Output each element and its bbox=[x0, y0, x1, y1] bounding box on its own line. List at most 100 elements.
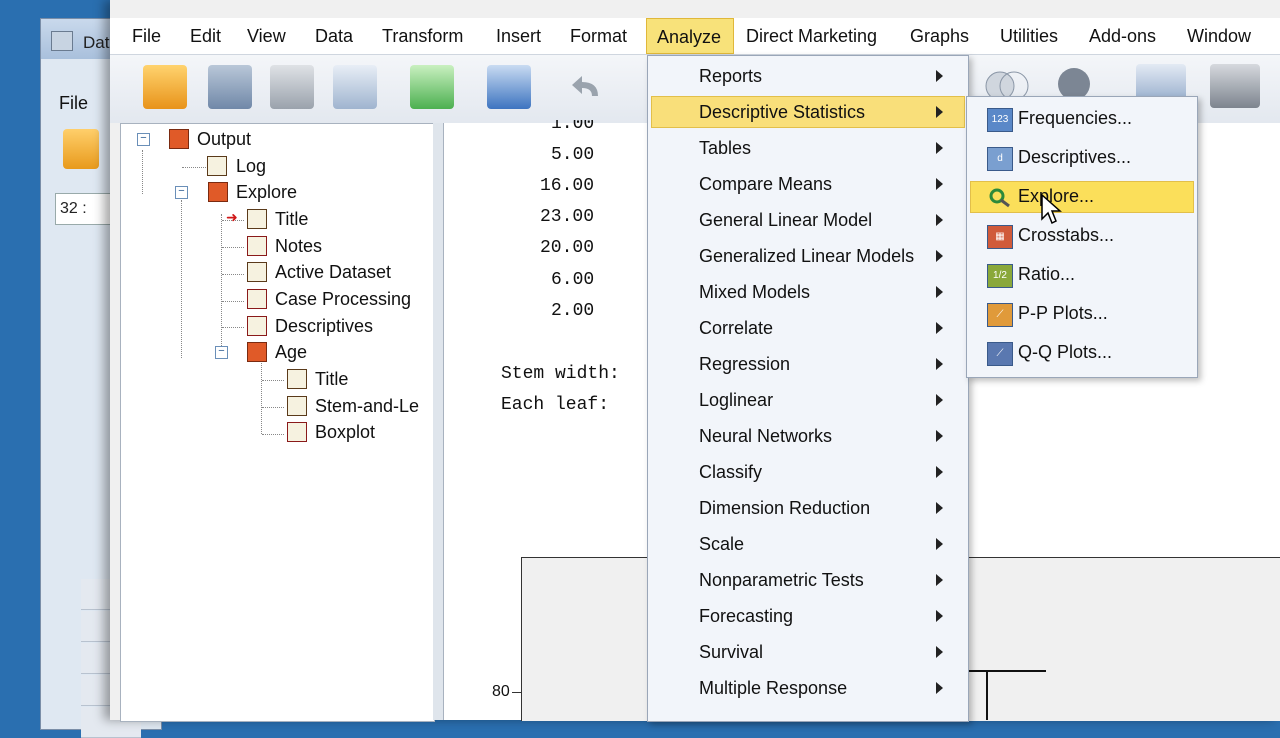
menu-file[interactable]: File bbox=[122, 18, 171, 54]
table-icon bbox=[247, 289, 267, 309]
log-icon bbox=[207, 156, 227, 176]
menu-item-compare-means[interactable]: Compare Means bbox=[699, 174, 832, 195]
notes-icon bbox=[247, 236, 267, 256]
menu-item-mixed-models[interactable]: Mixed Models bbox=[699, 282, 810, 303]
output-book-icon bbox=[169, 129, 189, 149]
designate-window-icon[interactable] bbox=[1210, 64, 1260, 108]
outline-item-active-dataset[interactable]: Active Dataset bbox=[275, 262, 391, 283]
outline-item-age[interactable]: Age bbox=[275, 342, 307, 363]
outline-item-output[interactable]: Output bbox=[197, 129, 251, 150]
menu-analyze[interactable]: Analyze bbox=[646, 18, 734, 54]
submenu-item-frequencies[interactable]: Frequencies... bbox=[1018, 108, 1132, 129]
table-icon bbox=[247, 316, 267, 336]
print-preview-icon[interactable] bbox=[333, 65, 377, 109]
descriptives-icon: d bbox=[987, 147, 1013, 171]
data-editor-menu-file[interactable]: File bbox=[59, 93, 88, 114]
explore-book-icon bbox=[208, 182, 228, 202]
menu-item-loglinear[interactable]: Loglinear bbox=[699, 390, 773, 411]
menu-item-descriptive-statistics[interactable]: Descriptive Statistics bbox=[699, 102, 865, 123]
menu-data[interactable]: Data bbox=[305, 18, 363, 54]
menu-item-tables[interactable]: Tables bbox=[699, 138, 751, 159]
submenu-arrow-icon bbox=[936, 430, 943, 442]
submenu-arrow-icon bbox=[936, 250, 943, 262]
data-editor-app-icon bbox=[51, 31, 73, 51]
menu-view[interactable]: View bbox=[237, 18, 296, 54]
submenu-item-crosstabs[interactable]: Crosstabs... bbox=[1018, 225, 1114, 246]
frequency-value: 16.00 bbox=[540, 176, 595, 196]
outline-item-notes[interactable]: Notes bbox=[275, 236, 322, 257]
y-tick-mark bbox=[512, 692, 521, 693]
submenu-item-ratio[interactable]: Ratio... bbox=[1018, 264, 1075, 285]
menu-item-dimension-reduction[interactable]: Dimension Reduction bbox=[699, 498, 870, 519]
menu-utilities[interactable]: Utilities bbox=[990, 18, 1068, 54]
chart-icon bbox=[287, 422, 307, 442]
menu-format[interactable]: Format bbox=[560, 18, 637, 54]
menu-transform[interactable]: Transform bbox=[372, 18, 473, 54]
menu-item-survival[interactable]: Survival bbox=[699, 642, 763, 663]
stem-width-label: Stem width: bbox=[501, 364, 620, 384]
menu-item-nonparametric-tests[interactable]: Nonparametric Tests bbox=[699, 570, 864, 591]
submenu-arrow-icon bbox=[936, 178, 943, 190]
submenu-arrow-icon bbox=[936, 106, 943, 118]
outline-item-explore[interactable]: Explore bbox=[236, 182, 297, 203]
title-icon bbox=[287, 369, 307, 389]
undo-icon[interactable] bbox=[568, 72, 608, 102]
menu-insert[interactable]: Insert bbox=[486, 18, 551, 54]
recall-dialog-icon[interactable] bbox=[487, 65, 531, 109]
submenu-item-descriptives[interactable]: Descriptives... bbox=[1018, 147, 1131, 168]
outline-item-descriptives[interactable]: Descriptives bbox=[275, 316, 373, 337]
menu-item-scale[interactable]: Scale bbox=[699, 534, 744, 555]
menu-item-correlate[interactable]: Correlate bbox=[699, 318, 773, 339]
submenu-arrow-icon bbox=[936, 502, 943, 514]
outline-item-stem-and-leaf[interactable]: Stem-and-Le bbox=[315, 396, 419, 417]
ratio-icon: 1/2 bbox=[987, 264, 1013, 288]
explore-icon bbox=[987, 186, 1011, 208]
each-leaf-label: Each leaf: bbox=[501, 395, 610, 415]
menu-add-ons[interactable]: Add-ons bbox=[1079, 18, 1166, 54]
pane-splitter[interactable] bbox=[433, 123, 443, 720]
stem-leaf-icon bbox=[287, 396, 307, 416]
menu-window[interactable]: Window bbox=[1177, 18, 1261, 54]
menu-item-multiple-response[interactable]: Multiple Response bbox=[699, 678, 847, 699]
menu-item-general-linear-model[interactable]: General Linear Model bbox=[699, 210, 872, 231]
submenu-arrow-icon bbox=[936, 682, 943, 694]
submenu-item-pp-plots[interactable]: P-P Plots... bbox=[1018, 303, 1108, 324]
submenu-arrow-icon bbox=[936, 286, 943, 298]
menu-edit[interactable]: Edit bbox=[180, 18, 231, 54]
submenu-arrow-icon bbox=[936, 466, 943, 478]
frequency-value: 23.00 bbox=[540, 207, 595, 227]
submenu-arrow-icon bbox=[936, 538, 943, 550]
menu-item-classify[interactable]: Classify bbox=[699, 462, 762, 483]
submenu-item-qq-plots[interactable]: Q-Q Plots... bbox=[1018, 342, 1112, 363]
save-icon[interactable] bbox=[208, 65, 252, 109]
menu-item-regression[interactable]: Regression bbox=[699, 354, 790, 375]
export-icon[interactable] bbox=[410, 65, 454, 109]
submenu-arrow-icon bbox=[936, 610, 943, 622]
qq-plots-icon: ⟋ bbox=[987, 342, 1013, 366]
outline-item-boxplot[interactable]: Boxplot bbox=[315, 422, 375, 443]
outline-item-case-processing[interactable]: Case Processing bbox=[275, 289, 411, 310]
collapse-explore-toggle[interactable]: − bbox=[175, 186, 188, 199]
collapse-age-toggle[interactable]: − bbox=[215, 346, 228, 359]
pp-plots-icon: ⟋ bbox=[987, 303, 1013, 327]
print-icon[interactable] bbox=[270, 65, 314, 109]
menu-graphs[interactable]: Graphs bbox=[900, 18, 979, 54]
menu-item-neural-networks[interactable]: Neural Networks bbox=[699, 426, 832, 447]
folder-open-icon[interactable] bbox=[63, 129, 99, 169]
menu-direct-marketing[interactable]: Direct Marketing bbox=[736, 18, 887, 54]
analyze-menu bbox=[647, 55, 969, 722]
menu-item-forecasting[interactable]: Forecasting bbox=[699, 606, 793, 627]
frequency-value: 20.00 bbox=[540, 238, 595, 258]
whisker-line bbox=[986, 670, 988, 720]
open-folder-icon[interactable] bbox=[143, 65, 187, 109]
outline-item-log[interactable]: Log bbox=[236, 156, 266, 177]
current-item-arrow-icon: ➜ bbox=[226, 209, 238, 225]
menu-item-reports[interactable]: Reports bbox=[699, 66, 762, 87]
mouse-cursor-icon bbox=[1040, 193, 1062, 227]
submenu-arrow-icon bbox=[936, 322, 943, 334]
submenu-arrow-icon bbox=[936, 394, 943, 406]
menu-item-generalized-linear-models[interactable]: Generalized Linear Models bbox=[699, 246, 914, 267]
outline-item-title[interactable]: Title bbox=[275, 209, 308, 230]
outline-item-age-title[interactable]: Title bbox=[315, 369, 348, 390]
collapse-output-toggle[interactable]: − bbox=[137, 133, 150, 146]
